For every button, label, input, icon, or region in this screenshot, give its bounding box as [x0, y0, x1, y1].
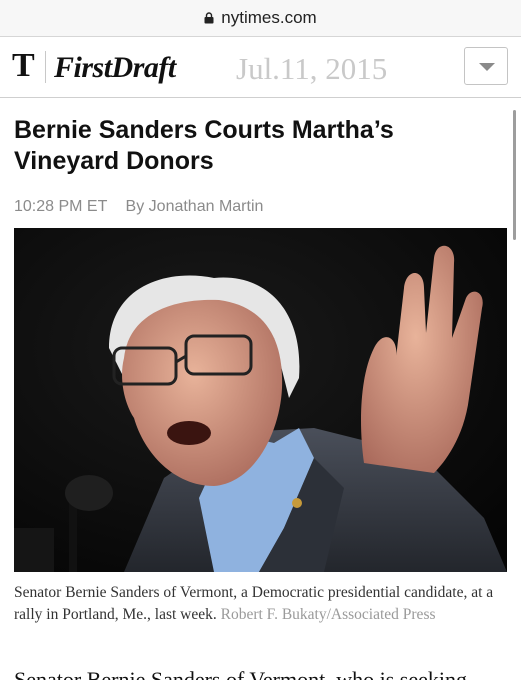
article-body-start: Senator Bernie Sanders of Vermont, who i…	[14, 667, 467, 680]
speaker-photo-illustration	[14, 228, 507, 572]
masthead: T FirstDraft Jul.11, 2015	[0, 37, 521, 98]
photo-credit: Robert F. Bukaty/Associated Press	[220, 606, 436, 623]
photo-caption: Senator Bernie Sanders of Vermont, a Dem…	[14, 582, 504, 626]
masthead-divider	[45, 51, 46, 83]
scrollbar[interactable]	[513, 110, 516, 240]
nyt-logo[interactable]: T	[12, 49, 35, 83]
lock-icon	[204, 12, 214, 24]
address-bar[interactable]: nytimes.com	[0, 0, 521, 37]
article-meta: 10:28 PM ET By Jonathan Martin	[14, 198, 263, 216]
chevron-down-icon	[479, 63, 495, 71]
blog-brand[interactable]: FirstDraft	[54, 51, 176, 85]
menu-dropdown-button[interactable]	[464, 47, 508, 85]
article-photo[interactable]	[14, 228, 507, 572]
article-byline[interactable]: By Jonathan Martin	[126, 198, 264, 215]
edition-date: Jul.11, 2015	[236, 51, 388, 86]
url-text: nytimes.com	[221, 8, 317, 27]
article-time: 10:28 PM ET	[14, 198, 108, 215]
article-headline[interactable]: Bernie Sanders Courts Martha’s Vineyard …	[14, 115, 494, 177]
